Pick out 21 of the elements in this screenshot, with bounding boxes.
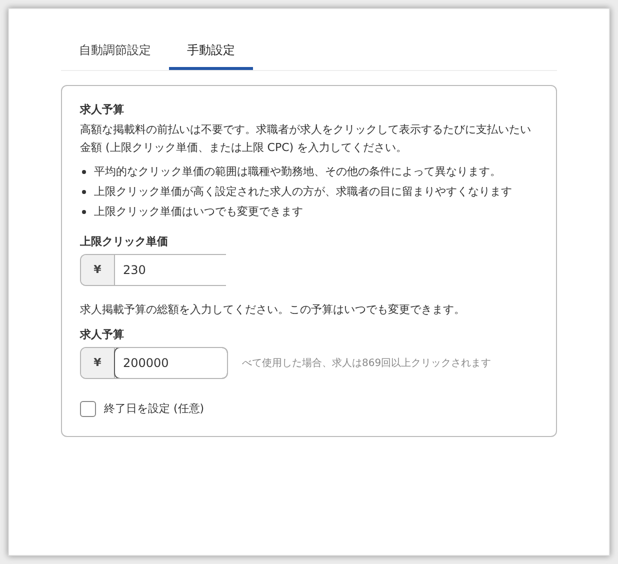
- description: 高額な掲載料の前払いは不要です。求職者が求人をクリックして表示するたびに支払いたい金額 (上限クリック単価、または上限 CPC) を入力してください。: [80, 122, 532, 156]
- budget-note: 求人掲載予算の総額を入力してください。この予算はいつでも変更できます。: [80, 302, 466, 318]
- section-title: 求人予算: [80, 102, 125, 118]
- currency-symbol: ¥: [81, 348, 115, 378]
- tab[interactable]: 自動調節設定: [61, 39, 169, 70]
- tab[interactable]: 手動設定: [169, 39, 253, 70]
- amount-input[interactable]: 230: [115, 255, 226, 285]
- bullet-text: 平均的なクリック単価の範囲は職種や勤務地、その他の条件によって異なります。: [94, 164, 501, 180]
- amount-field[interactable]: ¥ 200000: [80, 347, 228, 379]
- currency-symbol: ¥: [81, 255, 115, 285]
- bullet-text: 上限クリック単価はいつでも変更できます: [94, 204, 303, 220]
- amount-field[interactable]: ¥ 230: [80, 254, 226, 286]
- bullet-icon: [82, 190, 86, 194]
- bullet-icon: [82, 210, 86, 214]
- bullet-text: 上限クリック単価が高く設定された求人の方が、求職者の目に留まりやすくなります: [94, 184, 512, 200]
- checkbox-label: 終了日を設定 (任意): [104, 401, 204, 417]
- hint-text: べて使用した場合、求人は869回以上クリックされます: [242, 356, 492, 370]
- checkbox[interactable]: [80, 401, 96, 418]
- field-label: 上限クリック単価: [80, 234, 169, 250]
- bullet-icon: [82, 170, 86, 174]
- field-label: 求人予算: [80, 326, 125, 342]
